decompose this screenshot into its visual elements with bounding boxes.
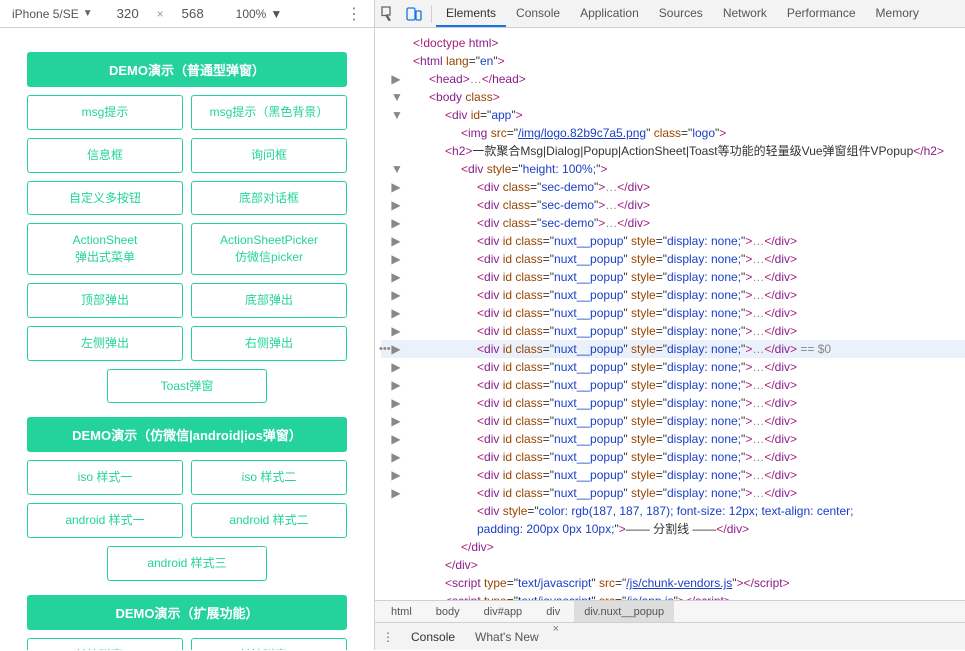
dom-line[interactable]: ▶<div id class="nuxt__popup" style="disp… — [381, 322, 965, 340]
device-width-input[interactable] — [105, 4, 151, 24]
breadcrumb-item[interactable]: html — [381, 601, 422, 623]
dom-line[interactable]: ▶<div id class="nuxt__popup" style="disp… — [381, 394, 965, 412]
demo-button[interactable]: ActionSheetPicker仿微信picker — [191, 223, 347, 275]
chevron-down-icon: ▼ — [83, 8, 93, 19]
dom-line[interactable]: ▶<div id class="nuxt__popup" style="disp… — [381, 484, 965, 502]
dom-line[interactable]: <script type="text/javascript" src="/js/… — [381, 592, 965, 600]
dom-line[interactable]: ▶<div id class="nuxt__popup" style="disp… — [381, 430, 965, 448]
device-viewport: DEMO演示（普通型弹窗） msg提示msg提示（黑色背景）信息框询问框自定义多按… — [0, 28, 374, 650]
tab-elements[interactable]: Elements — [436, 0, 506, 27]
dom-line[interactable]: <html lang="en"> — [381, 52, 965, 70]
demo-button[interactable]: msg提示 — [27, 95, 183, 130]
dimension-x: × — [157, 7, 164, 21]
demo-button[interactable]: 长按弹窗一 — [27, 638, 183, 650]
dom-line[interactable]: ▶<div id class="nuxt__popup" style="disp… — [381, 268, 965, 286]
devtools-toolbar: ElementsConsoleApplicationSourcesNetwork… — [375, 0, 965, 28]
breadcrumb-item[interactable]: body — [426, 601, 470, 623]
tab-network[interactable]: Network — [713, 0, 777, 27]
zoom-value: 100% — [236, 7, 267, 21]
tab-sources[interactable]: Sources — [649, 0, 713, 27]
drawer-tab-what-s-new[interactable]: What's New — [465, 623, 549, 651]
demo-button[interactable]: 信息框 — [27, 138, 183, 173]
dom-line[interactable]: ▶<div id class="nuxt__popup" style="disp… — [381, 232, 965, 250]
dom-line[interactable]: ▶<div id class="nuxt__popup" style="disp… — [381, 286, 965, 304]
dom-line[interactable]: ▶<div id class="nuxt__popup" style="disp… — [381, 304, 965, 322]
tab-application[interactable]: Application — [570, 0, 649, 27]
dom-line[interactable]: <!doctype html> — [381, 34, 965, 52]
breadcrumb-item[interactable]: div — [536, 601, 570, 623]
zoom-select[interactable]: 100% ▼ — [236, 7, 283, 21]
demo-button[interactable]: 左侧弹出 — [27, 326, 183, 361]
breadcrumb-item[interactable]: div#app — [474, 601, 533, 623]
dom-line[interactable]: ▶<div class="sec-demo">…</div> — [381, 178, 965, 196]
dom-line[interactable]: ▼<body class> — [381, 88, 965, 106]
demo-button[interactable]: 询问框 — [191, 138, 347, 173]
breadcrumb-item[interactable]: div.nuxt__popup — [574, 601, 674, 623]
drawer-toolbar: ⋮ ConsoleWhat's New× — [375, 622, 965, 650]
chevron-down-icon: ▼ — [270, 7, 282, 21]
demo-button[interactable]: android 样式一 — [27, 503, 183, 538]
demo-button[interactable]: 底部对话框 — [191, 181, 347, 216]
demo-button[interactable]: 自定义多按钮 — [27, 181, 183, 216]
device-select[interactable]: iPhone 5/SE ▼ — [6, 3, 99, 25]
device-name: iPhone 5/SE — [12, 7, 79, 21]
demo-button[interactable]: Toast弹窗 — [107, 369, 267, 404]
dom-line[interactable]: ▶<div class="sec-demo">…</div> — [381, 196, 965, 214]
elements-tree[interactable]: <!doctype html><html lang="en">▶<head>…<… — [375, 28, 965, 600]
section-header: DEMO演示（普通型弹窗） — [27, 52, 347, 87]
close-icon[interactable]: × — [549, 623, 563, 651]
demo-button[interactable]: 顶部弹出 — [27, 283, 183, 318]
device-height-input[interactable] — [170, 4, 216, 24]
dom-line[interactable]: ▶<div id class="nuxt__popup" style="disp… — [381, 412, 965, 430]
dom-line[interactable]: </div> — [381, 538, 965, 556]
dom-line[interactable]: ▶<div id class="nuxt__popup" style="disp… — [381, 466, 965, 484]
toggle-device-icon[interactable] — [401, 0, 427, 28]
demo-button[interactable]: ActionSheet弹出式菜单 — [27, 223, 183, 275]
tab-console[interactable]: Console — [506, 0, 570, 27]
dom-line[interactable]: <h2>一款聚合Msg|Dialog|Popup|ActionSheet|Toa… — [381, 142, 965, 160]
breadcrumb: htmlbodydiv#appdivdiv.nuxt__popup — [375, 600, 965, 622]
demo-button[interactable]: 长按弹窗二 — [191, 638, 347, 650]
demo-button[interactable]: 右侧弹出 — [191, 326, 347, 361]
drawer-tab-console[interactable]: Console — [401, 623, 465, 651]
dom-line[interactable]: <img src="/img/logo.82b9c7a5.png" class=… — [381, 124, 965, 142]
more-options-icon[interactable]: ⋮ — [375, 623, 401, 651]
devtools-tabs: ElementsConsoleApplicationSourcesNetwork… — [436, 0, 929, 27]
dom-line[interactable]: ▶<div id class="nuxt__popup" style="disp… — [381, 340, 965, 358]
dom-line[interactable]: ▶<div id class="nuxt__popup" style="disp… — [381, 376, 965, 394]
tab-performance[interactable]: Performance — [777, 0, 866, 27]
dom-line[interactable]: ▶<head>…</head> — [381, 70, 965, 88]
dom-line[interactable]: </div> — [381, 556, 965, 574]
demo-button[interactable]: 底部弹出 — [191, 283, 347, 318]
dom-line[interactable]: <div style="color: rgb(187, 187, 187); f… — [381, 502, 965, 520]
tab-memory[interactable]: Memory — [866, 0, 929, 27]
more-options-icon[interactable]: ⋮ — [340, 4, 368, 24]
section-header: DEMO演示（仿微信|android|ios弹窗） — [27, 417, 347, 452]
demo-button[interactable]: android 样式二 — [191, 503, 347, 538]
demo-button[interactable]: msg提示（黑色背景） — [191, 95, 347, 130]
inspect-element-icon[interactable] — [375, 0, 401, 28]
dom-line[interactable]: padding: 200px 0px 10px;">—— 分割线 ——</div… — [381, 520, 965, 538]
dom-line[interactable]: ▶<div id class="nuxt__popup" style="disp… — [381, 250, 965, 268]
dom-line[interactable]: ▼<div style="height: 100%;"> — [381, 160, 965, 178]
demo-button[interactable]: iso 样式二 — [191, 460, 347, 495]
dom-line[interactable]: ▶<div class="sec-demo">…</div> — [381, 214, 965, 232]
demo-button[interactable]: android 样式三 — [107, 546, 267, 581]
demo-button[interactable]: iso 样式一 — [27, 460, 183, 495]
device-toolbar: iPhone 5/SE ▼ × 100% ▼ ⋮ — [0, 0, 374, 28]
dom-line[interactable]: ▶<div id class="nuxt__popup" style="disp… — [381, 358, 965, 376]
section-header: DEMO演示（扩展功能） — [27, 595, 347, 630]
dom-line[interactable]: <script type="text/javascript" src="/js/… — [381, 574, 965, 592]
dom-line[interactable]: ▶<div id class="nuxt__popup" style="disp… — [381, 448, 965, 466]
dom-line[interactable]: ▼<div id="app"> — [381, 106, 965, 124]
